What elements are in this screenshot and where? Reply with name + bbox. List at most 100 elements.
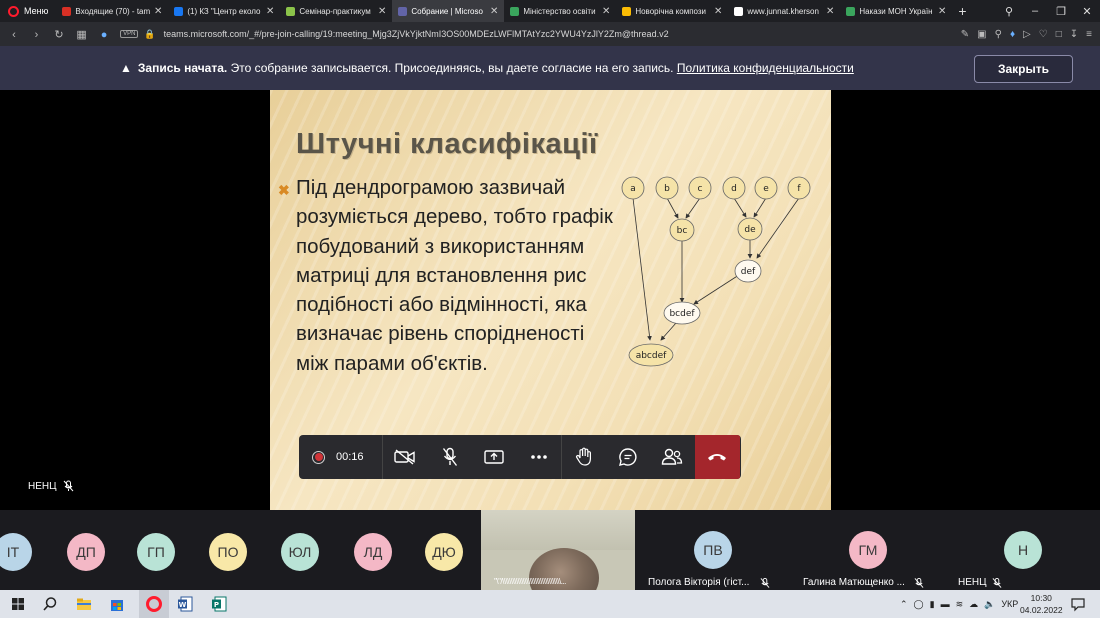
- forward-icon[interactable]: ›: [27, 29, 47, 41]
- participant-video-tile[interactable]: "\"/\\\\\\\\\\\\\\\\\\\\\\\\\\\\\\\\\\..…: [481, 510, 635, 590]
- close-tab-icon[interactable]: ✕: [378, 6, 386, 17]
- file-explorer-icon[interactable]: [76, 596, 92, 612]
- participant-tile[interactable]: ГП: [130, 510, 180, 590]
- recording-message: ▲ Запись начата. Это собрание записываетс…: [120, 61, 854, 75]
- mute-button[interactable]: [428, 435, 473, 479]
- avatar-initials: ГП: [147, 544, 165, 560]
- privacy-policy-link[interactable]: Политика конфиденциальности: [677, 61, 854, 75]
- battery-icon[interactable]: ▬: [941, 599, 950, 609]
- participant-tile[interactable]: ДЮ: [418, 510, 468, 590]
- browser-tab[interactable]: Семінар-практикум ✕: [280, 0, 392, 22]
- node-de-label: de: [744, 225, 756, 235]
- show-hidden-icons[interactable]: ⌃: [900, 599, 908, 610]
- language-indicator[interactable]: УКР: [1001, 599, 1018, 609]
- url-field[interactable]: teams.microsoft.com/_#/pre-join-calling/…: [164, 29, 669, 39]
- browser-tab[interactable]: Накази МОН Україн ✕: [840, 0, 952, 22]
- participant-tile[interactable]: ЮЛ: [274, 510, 324, 590]
- opera-taskbar-button[interactable]: [139, 590, 169, 618]
- slide-title: Штучні класифікації: [296, 128, 598, 160]
- edge-e-de: [753, 197, 767, 218]
- close-tab-icon[interactable]: ✕: [602, 6, 610, 17]
- lock-icon[interactable]: 🔒: [144, 29, 155, 40]
- participant-tile[interactable]: ДП: [60, 510, 110, 590]
- close-tab-icon[interactable]: ✕: [266, 6, 274, 17]
- avatar: ЮЛ: [281, 533, 319, 571]
- heart-icon[interactable]: ♡: [1039, 29, 1048, 40]
- word-icon[interactable]: W: [177, 596, 193, 612]
- camera-off-button[interactable]: [383, 435, 428, 479]
- bookmark-icon[interactable]: □: [1056, 29, 1062, 40]
- notifications-icon[interactable]: [1070, 596, 1086, 612]
- vpn-badge[interactable]: VPN: [120, 30, 139, 38]
- search-tabs-icon[interactable]: ⚲: [996, 5, 1022, 18]
- browser-tab[interactable]: (1) КЗ "Центр еколо ✕: [168, 0, 280, 22]
- reload-icon[interactable]: ↻: [49, 28, 69, 41]
- close-banner-button[interactable]: Закрыть: [974, 55, 1073, 83]
- close-tab-icon[interactable]: ✕: [938, 6, 946, 17]
- download-icon[interactable]: ↧: [1070, 29, 1078, 40]
- snapshot-icon[interactable]: ▣: [977, 29, 986, 40]
- recycle-icon[interactable]: ◯: [914, 599, 924, 610]
- close-tab-icon[interactable]: ✕: [154, 6, 162, 17]
- video-background: [481, 510, 635, 550]
- close-window-button[interactable]: ✕: [1074, 5, 1100, 18]
- close-tab-icon[interactable]: ✕: [826, 6, 834, 17]
- participant-tile[interactable]: Н НЕНЦ: [948, 510, 1100, 590]
- minimize-button[interactable]: –: [1022, 5, 1048, 17]
- edge-def-bcdef: [693, 272, 743, 305]
- tabs-grid-icon[interactable]: ▦: [72, 28, 92, 41]
- edit-icon[interactable]: ✎: [961, 29, 969, 40]
- avatar: Н: [1004, 531, 1042, 569]
- back-icon[interactable]: ‹: [4, 29, 24, 41]
- bullet-icon: ✖: [278, 182, 290, 198]
- volume-icon[interactable]: 🔈: [984, 599, 995, 610]
- chat-button[interactable]: [606, 435, 651, 479]
- avatar: ГМ: [849, 531, 887, 569]
- shield-icon[interactable]: ♦: [1010, 29, 1015, 40]
- chat-icon: [618, 448, 637, 466]
- store-icon[interactable]: [109, 596, 125, 612]
- windows-start-icon[interactable]: [10, 596, 26, 612]
- browser-tab[interactable]: www.junnat.kherson ✕: [728, 0, 840, 22]
- node-d-label: d: [731, 184, 737, 194]
- participant-tile[interactable]: ЛД: [346, 510, 396, 590]
- new-tab-button[interactable]: +: [952, 3, 972, 19]
- browser-tab[interactable]: Новорічна компози ✕: [616, 0, 728, 22]
- hang-up-button[interactable]: [694, 435, 740, 479]
- participant-tile[interactable]: ПО: [202, 510, 252, 590]
- participants-button[interactable]: [650, 435, 695, 479]
- maximize-button[interactable]: ❐: [1048, 5, 1074, 18]
- close-tab-icon[interactable]: ✕: [714, 6, 722, 17]
- more-actions-button[interactable]: [517, 435, 562, 479]
- avatar-initials: ЮЛ: [288, 544, 312, 560]
- participant-tile[interactable]: ГМ Галина Матющенко ...: [792, 510, 946, 590]
- tab-title: (1) КЗ "Центр еколо: [187, 6, 261, 16]
- browser-tab[interactable]: Міністерство освіти ✕: [504, 0, 616, 22]
- play-icon[interactable]: ▷: [1023, 29, 1031, 40]
- clock[interactable]: 10:30 04.02.2022: [1020, 592, 1063, 616]
- easy-setup-icon[interactable]: ≡: [1086, 29, 1092, 40]
- browser-tab[interactable]: Собрание | Microso ✕: [392, 0, 505, 22]
- warning-icon: ▲: [120, 61, 132, 75]
- participant-tile[interactable]: ПВ Пологa Вікторія (гіст...: [636, 510, 790, 590]
- opera-menu-button[interactable]: Меню: [0, 0, 56, 22]
- close-tab-icon[interactable]: ✕: [490, 6, 498, 17]
- search-icon[interactable]: [42, 596, 58, 612]
- publisher-icon[interactable]: P: [211, 596, 227, 612]
- share-screen-icon: [484, 450, 504, 464]
- share-screen-button[interactable]: [472, 435, 517, 479]
- raise-hand-button[interactable]: [561, 435, 606, 479]
- slide-body-text: Під дендрограмою зазвичай розуміється де…: [296, 176, 613, 375]
- wifi-icon[interactable]: ≋: [956, 599, 964, 610]
- avatar: ДП: [67, 533, 105, 571]
- edge-d-de: [733, 197, 747, 218]
- recording-indicator[interactable]: 00:16: [299, 435, 383, 479]
- edge-b-bc: [666, 197, 679, 219]
- zoom-icon[interactable]: ⚲: [995, 29, 1002, 40]
- avatar-initials: ГМ: [858, 542, 878, 558]
- participant-tile[interactable]: ІТ: [0, 510, 50, 590]
- cloud-icon[interactable]: ☁: [969, 599, 978, 610]
- mic-icon[interactable]: ▮: [930, 599, 935, 610]
- camera-icon[interactable]: ●: [94, 29, 114, 41]
- browser-tab[interactable]: Входящие (70) - tam ✕: [56, 0, 168, 22]
